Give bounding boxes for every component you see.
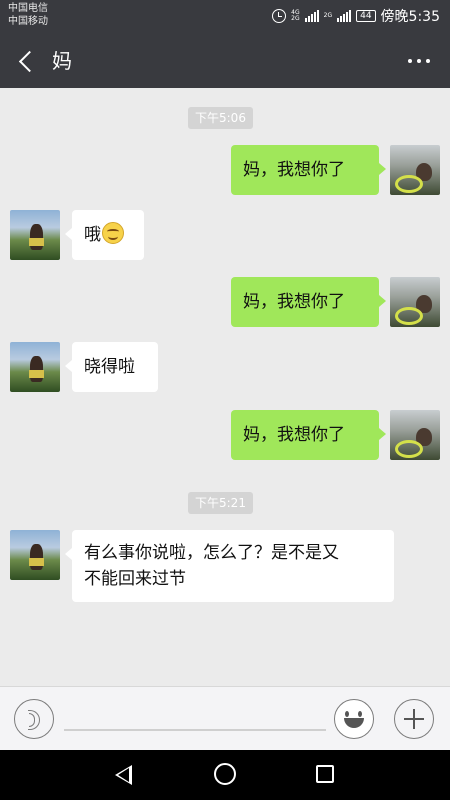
input-bar [0,686,450,750]
avatar-self[interactable] [390,277,440,327]
nav-back-icon[interactable] [115,765,132,785]
network-type-2: 2G [323,12,333,19]
message-bubble-outgoing[interactable]: 妈，我想你了 [231,145,386,195]
back-arrow-icon[interactable] [14,49,38,73]
avatar-mom[interactable] [10,342,60,392]
alarm-icon [272,9,287,23]
nav-home-icon[interactable] [214,763,236,785]
emoji-icon[interactable] [334,699,374,739]
message-bubble-outgoing[interactable]: 妈，我想你了 [231,277,386,327]
plus-icon[interactable] [394,699,434,739]
timestamp: 下午5:21 [188,492,253,514]
voice-icon[interactable] [14,699,54,739]
clock: 傍晚5:35 [380,9,440,25]
message-bubble-outgoing[interactable]: 妈，我想你了 [231,410,386,460]
message-text-line: 不能回来过节 [84,569,186,589]
network-type-1: 4G 2G [291,9,300,22]
chat-title: 妈 [52,49,72,73]
more-dots-icon[interactable] [406,53,432,69]
smile-emoji-icon [102,222,124,244]
message-text-line: 有么事你说啦，怎么了？是不是又 [84,543,339,563]
avatar-mom[interactable] [10,210,60,260]
signal-icon-1 [304,10,319,22]
message-text: 哦 [84,225,101,245]
message-list[interactable]: 下午5:06 妈，我想你了 哦 妈，我想你了 晓得啦 妈，我想你了 下午5:21… [0,88,450,686]
timestamp: 下午5:06 [188,107,253,129]
carrier-2: 中国移动 [8,16,48,27]
avatar-mom[interactable] [10,530,60,580]
message-input[interactable] [64,729,326,731]
battery-icon: 44 [356,10,376,22]
message-bubble-incoming[interactable]: 晓得啦 [65,342,158,392]
nav-recent-apps-icon[interactable] [316,765,334,783]
status-bar: 中国电信 中国移动 4G 2G 2G 44 傍晚5:35 [0,0,450,34]
system-nav-bar [0,750,450,800]
signal-icon-2 [337,10,352,22]
carrier-1: 中国电信 [8,3,48,14]
chat-header: 妈 [0,34,450,88]
message-bubble-incoming[interactable]: 有么事你说啦，怎么了？是不是又 不能回来过节 [65,530,394,602]
status-icons: 4G 2G 2G 44 傍晚5:35 [272,7,440,25]
avatar-self[interactable] [390,145,440,195]
avatar-self[interactable] [390,410,440,460]
message-bubble-incoming[interactable]: 哦 [65,210,144,260]
